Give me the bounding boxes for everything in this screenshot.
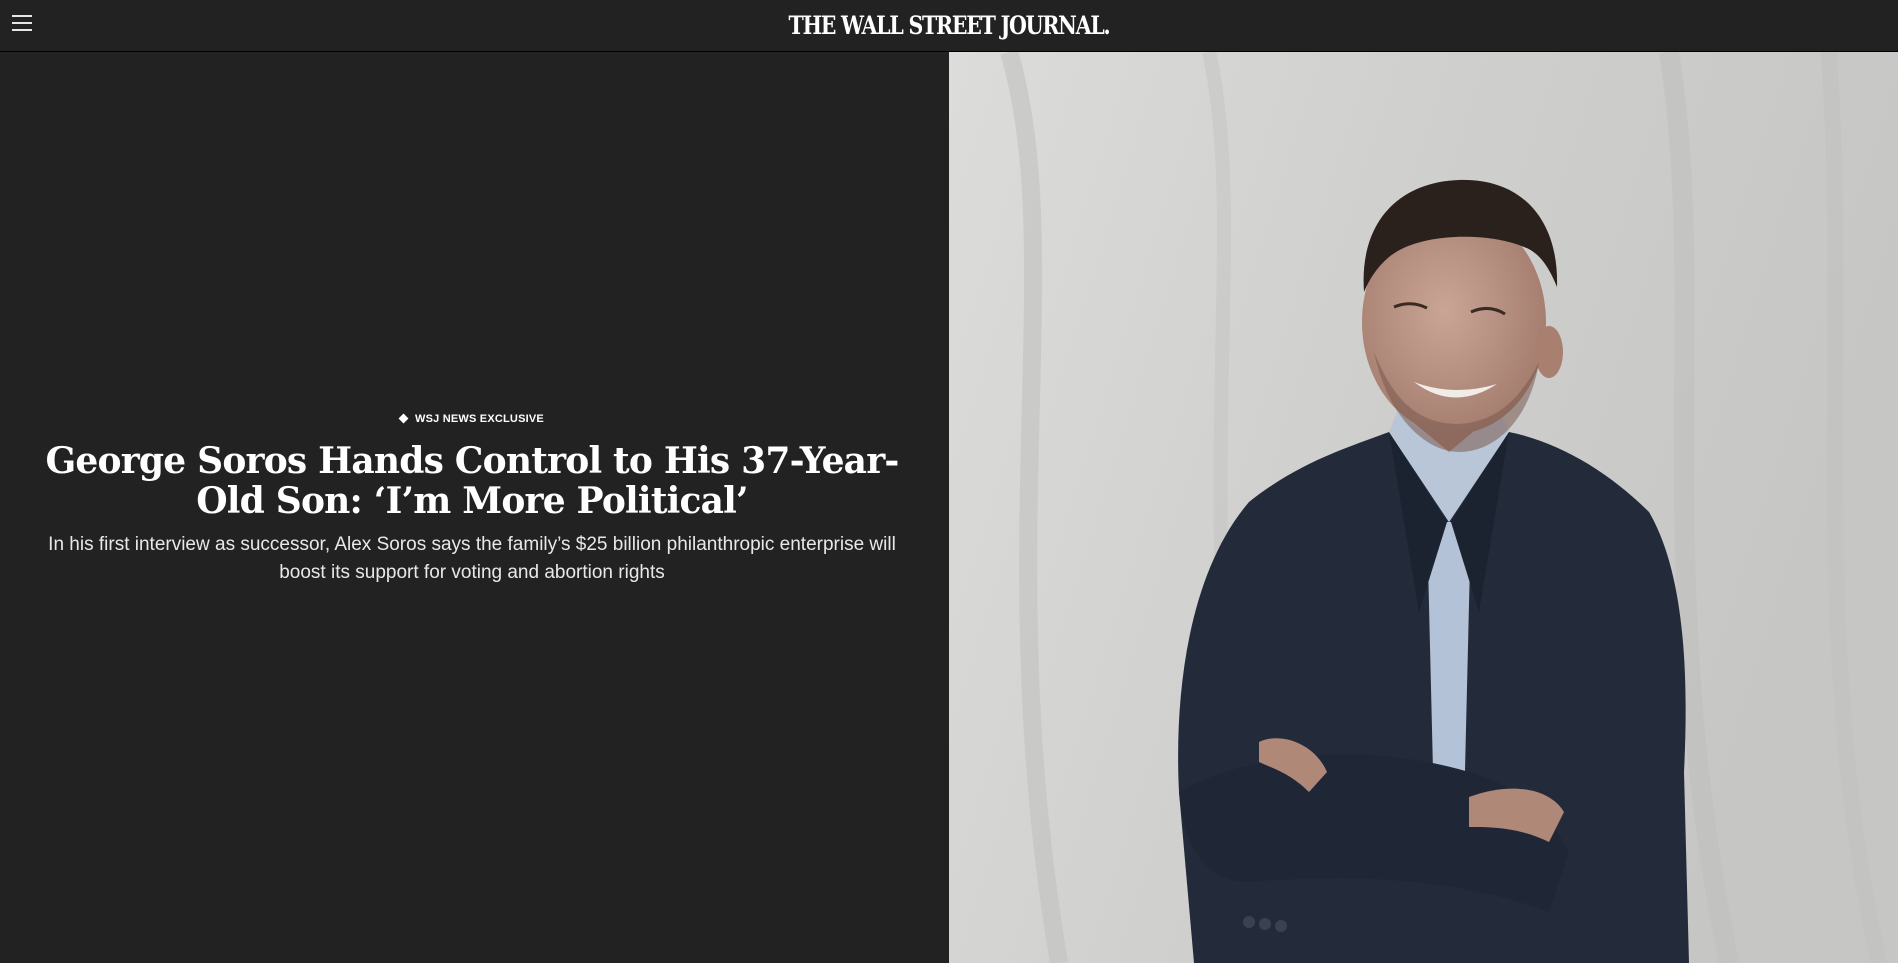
sleeve-button <box>1243 916 1255 928</box>
article-headline[interactable]: George Soros Hands Control to His 37-Yea… <box>20 441 924 521</box>
hamburger-menu-icon[interactable] <box>10 13 34 33</box>
flashline-label: WSJ NEWS EXCLUSIVE <box>415 412 544 425</box>
wsj-logo[interactable]: THE WALL STREET JOURNAL. <box>171 10 1727 42</box>
article-text-panel: WSJ NEWS EXCLUSIVE George Soros Hands Co… <box>0 52 949 963</box>
menu-line <box>12 22 32 24</box>
top-navigation-bar: THE WALL STREET JOURNAL. <box>0 0 1898 52</box>
menu-line <box>12 29 32 31</box>
menu-line <box>12 15 32 17</box>
sleeve-button <box>1275 920 1287 932</box>
article-hero-photo[interactable] <box>949 52 1898 963</box>
diamond-icon <box>398 413 409 424</box>
ear <box>1535 326 1563 378</box>
article-summary: In his first interview as successor, Ale… <box>48 534 896 583</box>
portrait-photo <box>949 52 1898 963</box>
headline-block: WSJ NEWS EXCLUSIVE George Soros Hands Co… <box>20 409 924 587</box>
sleeve-button <box>1259 918 1271 930</box>
flashline: WSJ NEWS EXCLUSIVE <box>398 411 544 427</box>
